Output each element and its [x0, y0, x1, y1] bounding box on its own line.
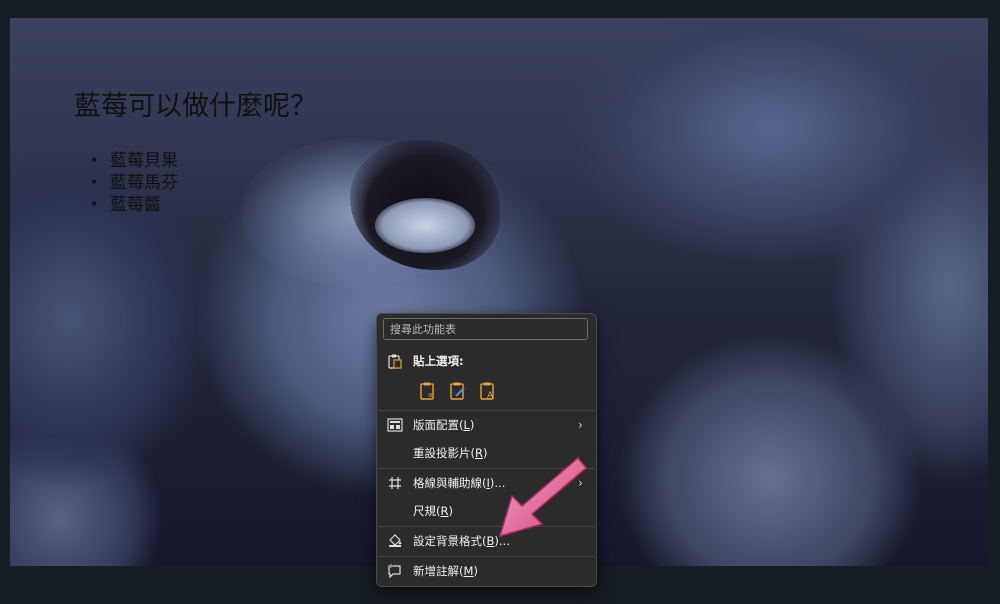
context-menu: 貼上選項: a A 版面配置(L) › 重設投影片(R) 格線與輔助線(I)..… [376, 313, 597, 587]
slide-title[interactable]: 藍莓可以做什麼呢？ [74, 84, 317, 123]
paste-options: a A [417, 380, 499, 402]
chevron-right-icon: › [578, 418, 583, 432]
menu-item-label: 版面配置(L) [413, 418, 475, 432]
paste-keep-source-formatting-icon[interactable] [447, 380, 469, 402]
bullet-item: • 藍莓馬芬 [90, 172, 178, 194]
grid-icon [377, 476, 413, 490]
paste-options-label: 貼上選項: [413, 354, 464, 368]
svg-text:A: A [487, 391, 494, 401]
slide-bullet-list[interactable]: • 藍莓貝果 • 藍莓馬芬 • 藍莓醬 [90, 150, 178, 216]
pointer-arrow-annotation [498, 456, 588, 538]
paste-options-header: 貼上選項: [377, 347, 596, 375]
menu-item-label: 新增註解(M) [413, 564, 478, 578]
bullet-text: 藍莓醬 [110, 195, 161, 215]
menu-item-new-comment[interactable]: 新增註解(M) [377, 557, 596, 585]
bullet-text: 藍莓馬芬 [110, 173, 178, 193]
format-background-icon [377, 533, 413, 549]
paste-use-destination-theme-icon[interactable]: a [417, 380, 439, 402]
clipboard-icon [377, 353, 413, 369]
bullet-item: • 藍莓貝果 [90, 150, 178, 172]
new-comment-icon [377, 563, 413, 579]
menu-search-input[interactable] [383, 318, 588, 340]
bullet-text: 藍莓貝果 [110, 151, 178, 171]
layout-icon [377, 418, 413, 432]
paste-keep-text-only-icon[interactable]: A [477, 380, 499, 402]
bullet-dot-icon: • [90, 175, 99, 191]
menu-item-layout[interactable]: 版面配置(L) › [377, 411, 596, 439]
blueberry-crown-frost [375, 198, 475, 253]
svg-text:a: a [428, 391, 432, 399]
bullet-dot-icon: • [90, 197, 99, 213]
bullet-item: • 藍莓醬 [90, 194, 178, 216]
bullet-dot-icon: • [90, 153, 99, 169]
